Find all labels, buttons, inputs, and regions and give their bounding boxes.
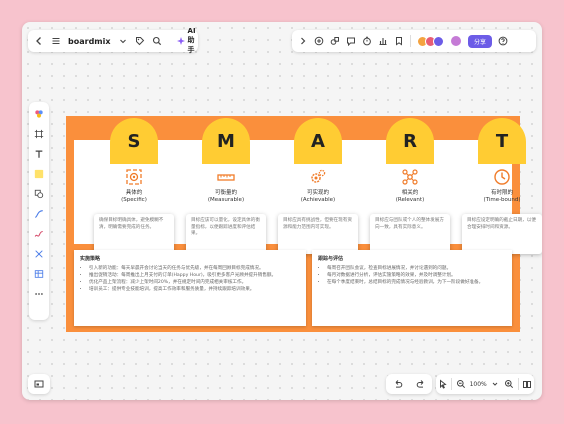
app-window: boardmix AI助手 分享 100% S 具体的 (Specific) 确… bbox=[22, 22, 542, 400]
zoom-controls: 100% bbox=[436, 374, 534, 394]
column-description: 目标应该可以量化，设定具体的衡量指标，以便跟踪进度和评估结果。 bbox=[186, 213, 266, 254]
cursor-icon[interactable] bbox=[438, 379, 448, 389]
letter-tab-m: M bbox=[202, 118, 250, 164]
timer-icon[interactable] bbox=[362, 36, 372, 46]
column-title: 可衡量的 bbox=[214, 190, 237, 196]
column-description: 目标应具有挑战性，但要在现有资源和能力范围内可实现。 bbox=[278, 213, 358, 254]
menu-icon[interactable] bbox=[51, 36, 61, 46]
panel-title: 跟踪与评估 bbox=[318, 256, 344, 262]
smart-column-time-bound: 有时限的 (Time-bound) 目标应设定明确的截止日期，以便合理安排时间和资… bbox=[462, 168, 542, 254]
column-title: 具体的 bbox=[125, 190, 143, 196]
letter-tab-t: T bbox=[478, 118, 526, 164]
list-item: 引入新的功能：每天早晨开会讨论当天的任务与优先级，并在每周回顾目标完成情况。 bbox=[89, 265, 300, 272]
book-icon[interactable] bbox=[522, 379, 532, 389]
shapes-icon[interactable] bbox=[330, 36, 340, 46]
column-subtitle: (Achievable) bbox=[300, 197, 336, 204]
chevron-right-icon[interactable] bbox=[298, 36, 308, 46]
sticky-note-icon[interactable] bbox=[33, 168, 45, 180]
comment-icon[interactable] bbox=[346, 36, 356, 46]
list-item: 每周召开团队会议，检查目标进展情况，并讨论遇到的问题。 bbox=[327, 265, 506, 272]
top-right-toolbar: 分享 bbox=[292, 30, 536, 52]
letter-tab-a: A bbox=[294, 118, 342, 164]
ai-assistant-label: AI助手 bbox=[187, 27, 196, 54]
more-icon[interactable] bbox=[33, 288, 45, 300]
zoom-dropdown-icon[interactable] bbox=[490, 379, 500, 389]
app-name[interactable]: boardmix bbox=[68, 37, 111, 46]
smart-board[interactable]: S 具体的 (Specific) 确保目标明确具体，避免模糊不清，明确需要完成的任… bbox=[66, 116, 542, 332]
shape-icon[interactable] bbox=[33, 188, 45, 200]
clock-icon bbox=[493, 168, 511, 186]
column-title: 有时限的 bbox=[490, 190, 513, 196]
history-controls bbox=[386, 374, 432, 394]
ruler-icon bbox=[217, 168, 235, 186]
toolbar-divider bbox=[410, 35, 411, 47]
collaborator-avatars[interactable] bbox=[417, 35, 444, 47]
column-description: 目标应与团队或个人的整体发展方向一致，具有实际意义。 bbox=[370, 213, 450, 254]
smart-column-measurable: 可衡量的 (Measurable) 目标应该可以量化，设定具体的衡量指标，以便跟踪… bbox=[186, 168, 266, 254]
pen-icon[interactable] bbox=[33, 228, 45, 240]
letter-tab-s: S bbox=[110, 118, 158, 164]
zoom-level[interactable]: 100% bbox=[470, 381, 487, 388]
column-subtitle: (Relevant) bbox=[395, 197, 425, 204]
list-item: 在每个季度结束时，总结目标的完成情况与经验教训，为下一阶段做好准备。 bbox=[327, 279, 506, 286]
mind-map-icon[interactable] bbox=[33, 248, 45, 260]
minimap-icon bbox=[34, 379, 44, 389]
ai-assistant-button[interactable]: AI助手 bbox=[176, 27, 196, 55]
panel-title: 实施策略 bbox=[80, 256, 101, 262]
chevron-down-icon[interactable] bbox=[118, 36, 128, 46]
frame-icon[interactable] bbox=[33, 128, 45, 140]
zoom-out-icon[interactable] bbox=[456, 379, 466, 389]
list-item: 培训员工：提供专业技能培训，提高工作效率和服务质量，并持续跟踪培训效果。 bbox=[89, 286, 300, 293]
list-item: 推出促销活动：每周推出上月支付的订单(Happy Hour)，吸引更多客户光顾并… bbox=[89, 272, 300, 279]
table-icon[interactable] bbox=[33, 268, 45, 280]
zoom-in-icon[interactable] bbox=[504, 379, 514, 389]
column-title: 相关的 bbox=[401, 190, 419, 196]
tool-rail bbox=[29, 102, 49, 320]
bookmark-icon[interactable] bbox=[394, 36, 404, 46]
column-title: 可实现的 bbox=[306, 190, 329, 196]
list-item: 优化产品上架流程：减少上架时间20%，并在规定时间内完成相关审核工作。 bbox=[89, 279, 300, 286]
column-description: 目标应设定明确的截止日期，以便合理安排时间和资源。 bbox=[462, 213, 542, 254]
strategy-panel: 实施策略 引入新的功能：每天早晨开会讨论当天的任务与优先级，并在每周回顾目标完成… bbox=[74, 250, 306, 326]
column-subtitle: (Measurable) bbox=[207, 197, 245, 204]
present-icon[interactable] bbox=[378, 36, 388, 46]
column-subtitle: (Time-bound) bbox=[483, 197, 521, 204]
tracking-panel: 跟踪与评估 每周召开团队会议，检查目标进展情况，并讨论遇到的问题。 每月对数据进… bbox=[312, 250, 512, 326]
user-avatar[interactable] bbox=[450, 35, 462, 47]
template-icon[interactable] bbox=[33, 108, 45, 120]
smart-column-relevant: 相关的 (Relevant) 目标应与团队或个人的整体发展方向一致，具有实际意义。 bbox=[370, 168, 450, 254]
toolbar-divider bbox=[517, 378, 519, 390]
tag-icon[interactable] bbox=[135, 36, 145, 46]
minimap-toggle[interactable] bbox=[28, 374, 50, 394]
column-description: 确保目标明确具体，避免模糊不清，明确需要完成的任务。 bbox=[94, 213, 174, 254]
toolbar-divider bbox=[451, 378, 453, 390]
target-icon bbox=[125, 168, 143, 186]
undo-icon[interactable] bbox=[393, 379, 403, 389]
smart-column-achievable: 可实现的 (Achievable) 目标应具有挑战性，但要在现有资源和能力范围内可… bbox=[278, 168, 358, 254]
avatar bbox=[433, 35, 444, 47]
network-icon bbox=[401, 168, 419, 186]
ai-sparkle-icon bbox=[176, 36, 186, 46]
gear-icon bbox=[309, 168, 327, 186]
top-left-toolbar: boardmix AI助手 bbox=[28, 27, 198, 55]
letter-tab-r: R bbox=[386, 118, 434, 164]
connector-icon[interactable] bbox=[33, 208, 45, 220]
smart-card-band: S 具体的 (Specific) 确保目标明确具体，避免模糊不清，明确需要完成的任… bbox=[74, 118, 542, 254]
help-icon[interactable] bbox=[498, 36, 508, 46]
add-circle-icon[interactable] bbox=[314, 36, 324, 46]
column-subtitle: (Specific) bbox=[121, 197, 147, 204]
back-chevron-icon[interactable] bbox=[34, 36, 44, 46]
share-button[interactable]: 分享 bbox=[468, 34, 493, 48]
search-icon[interactable] bbox=[152, 36, 162, 46]
text-icon[interactable] bbox=[33, 148, 45, 160]
smart-column-specific: 具体的 (Specific) 确保目标明确具体，避免模糊不清，明确需要完成的任务。 bbox=[94, 168, 174, 254]
list-item: 每月对数据进行分析，评估实施策略的效果，并及时调整计划。 bbox=[327, 272, 506, 279]
redo-icon[interactable] bbox=[416, 379, 426, 389]
